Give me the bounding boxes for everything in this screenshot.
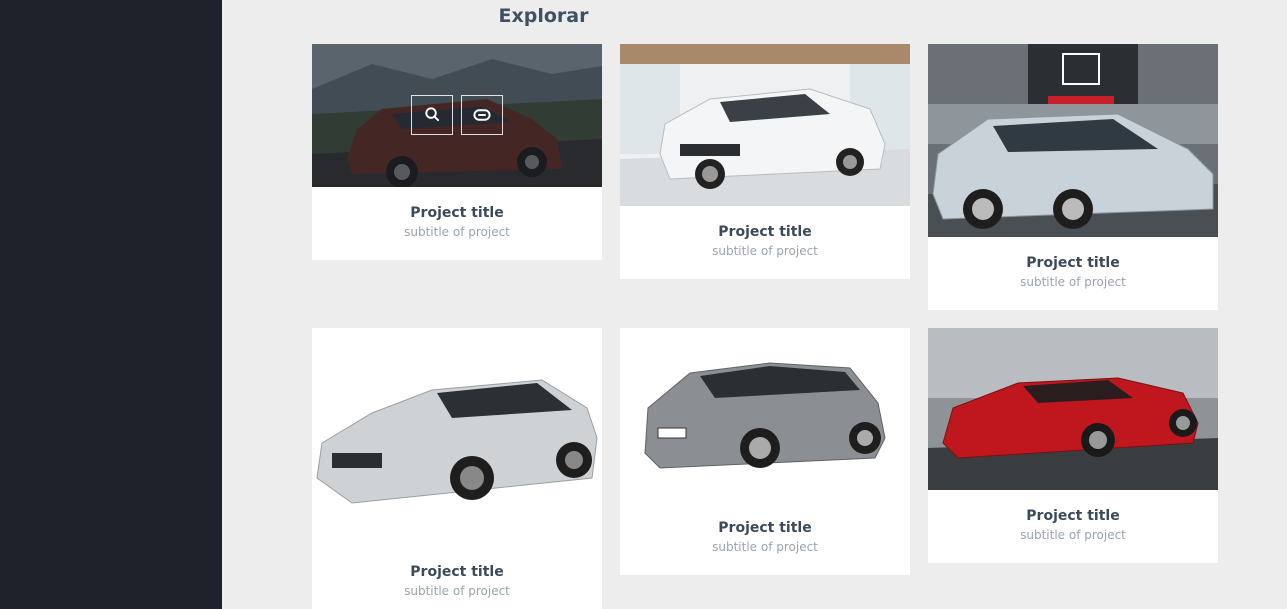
project-title: Project title	[1026, 508, 1120, 524]
project-card[interactable]: Project title subtitle of project	[312, 328, 602, 609]
project-subtitle: subtitle of project	[712, 244, 818, 258]
project-card[interactable]: Project title subtitle of project	[928, 328, 1218, 563]
project-title: Project title	[410, 205, 504, 221]
project-image	[928, 44, 1218, 237]
search-icon	[425, 107, 440, 122]
project-card[interactable]: Project title subtitle of project	[312, 44, 602, 260]
project-title: Project title	[718, 224, 812, 240]
link-button[interactable]	[461, 95, 503, 135]
project-subtitle: subtitle of project	[404, 584, 510, 598]
link-icon	[473, 109, 491, 121]
project-subtitle: subtitle of project	[404, 225, 510, 239]
sidebar	[0, 0, 222, 609]
project-image	[620, 328, 910, 503]
hover-overlay	[312, 44, 602, 187]
project-subtitle: subtitle of project	[712, 540, 818, 554]
page-title: Explorar	[498, 5, 589, 27]
project-image	[620, 44, 910, 206]
project-title: Project title	[410, 564, 504, 580]
project-image	[312, 328, 602, 553]
project-title: Project title	[1026, 255, 1120, 271]
project-card[interactable]: Project title subtitle of project	[620, 328, 910, 575]
project-subtitle: subtitle of project	[1020, 528, 1126, 542]
project-image	[928, 328, 1218, 490]
project-title: Project title	[718, 520, 812, 536]
project-card[interactable]: Project title subtitle of project	[928, 44, 1218, 310]
project-card[interactable]: Project title subtitle of project	[620, 44, 910, 279]
project-subtitle: subtitle of project	[1020, 275, 1126, 289]
zoom-button[interactable]	[411, 95, 453, 135]
